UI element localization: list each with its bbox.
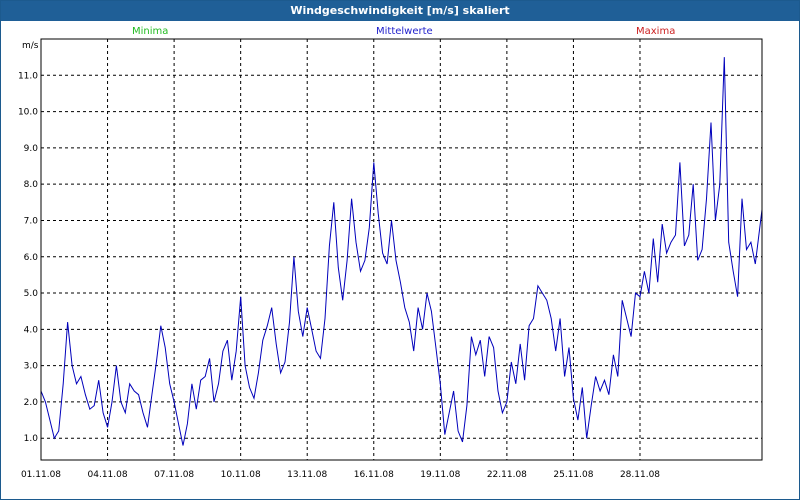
x-tick-label: 28.11.08 (620, 470, 660, 480)
y-tick-label: 8.0 (24, 180, 39, 190)
y-tick-label: 5.0 (24, 289, 39, 299)
x-tick-label: 01.11.08 (21, 470, 61, 480)
x-tick-label: 07.11.08 (154, 470, 194, 480)
y-tick-label: 10.0 (18, 108, 38, 118)
y-tick-label: 7.0 (24, 216, 39, 226)
x-tick-label: 16.11.08 (354, 470, 394, 480)
x-tick-label: 10.11.08 (221, 470, 261, 480)
x-axis-ticks: 01.11.08 04.11.08 07.11.08 10.11.08 13.11.08… (21, 470, 660, 480)
y-axis-ticks: 1.0 2.0 3.0 4.0 5.0 6.0 7.0 8.0 9.0 10.0 11.0 (18, 71, 38, 444)
y-tick-label: 1.0 (24, 434, 39, 444)
x-tick-label: 04.11.08 (88, 470, 128, 480)
y-tick-label: 4.0 (24, 325, 39, 335)
line-chart: 1.0 2.0 3.0 4.0 5.0 6.0 7.0 8.0 9.0 10.0 11.0 01.1… (18, 38, 763, 480)
x-tick-label: 19.11.08 (420, 470, 460, 480)
y-tick-label: 3.0 (24, 362, 39, 372)
y-tick-label: 9.0 (24, 144, 39, 154)
series-line-mittelwerte (40, 57, 763, 446)
y-tick-label: 6.0 (24, 253, 39, 263)
y-tick-label: 11.0 (18, 71, 38, 81)
x-tick-label: 22.11.08 (487, 470, 527, 480)
grid (41, 39, 762, 460)
chart-window: Windgeschwindigkeit [m/s] skaliert Minim… (0, 0, 800, 500)
plot-frame (40, 38, 763, 461)
x-tick-label: 13.11.08 (287, 470, 327, 480)
y-tick-label: 2.0 (24, 398, 39, 408)
x-tick-label: 25.11.08 (553, 470, 593, 480)
